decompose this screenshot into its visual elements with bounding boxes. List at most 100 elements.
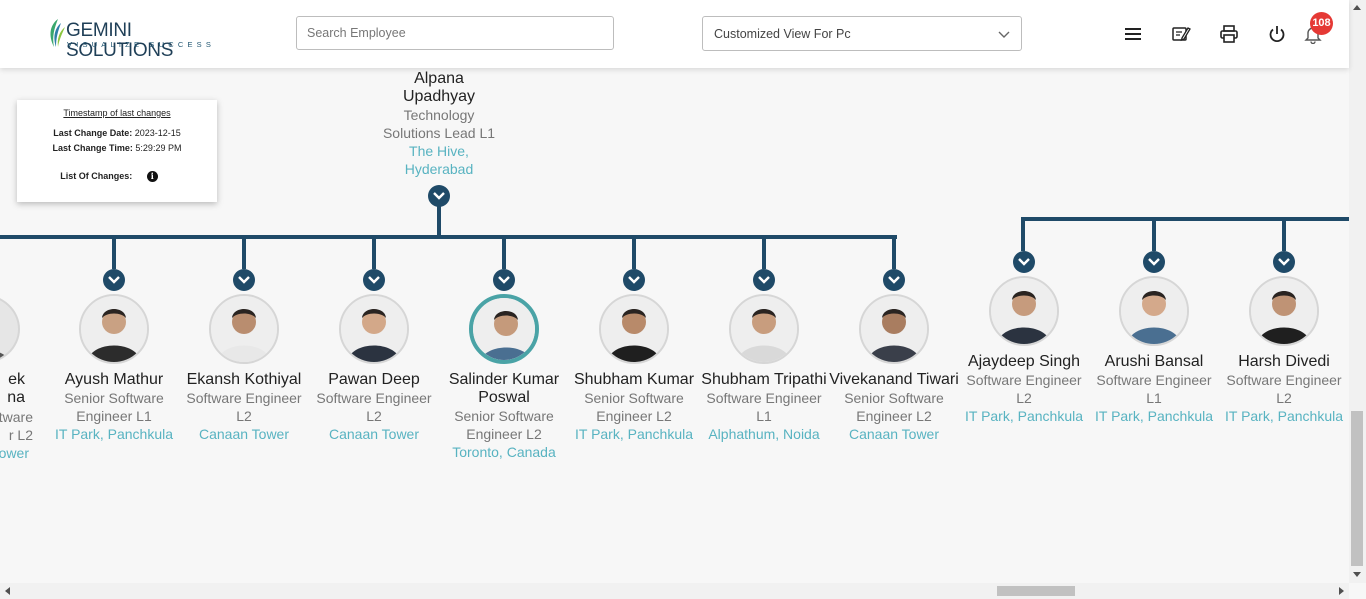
person-location: The Hive, Hyderabad [404,143,474,177]
menu-icon[interactable] [1123,24,1143,44]
person-location: Alphathum, Noida [708,426,820,442]
manager-node: Alpana Upadhyay Technology Solutions Lea… [374,70,504,178]
view-select[interactable]: Customized View For Pc [702,16,1022,51]
connector-line [892,237,896,269]
connector-line [1152,219,1156,251]
employee-card[interactable]: Arushi Bansal Software Engineer L1 IT Park… [1089,276,1219,425]
employee-card[interactable]: Harsh Divedi Software Engineer L2 IT Park,… [1219,276,1349,425]
scroll-left-arrow-icon[interactable] [5,587,10,595]
employee-card[interactable]: Salinder Kumar Poswal Senior Software Eng… [439,294,569,461]
scroll-up-arrow-icon[interactable] [1353,5,1361,10]
person-title: Software Engineer L2 [186,390,302,424]
printer-icon[interactable] [1219,24,1239,44]
last-change-time-label: Last Change Time: [52,143,133,153]
person-name: Salinder Kumar Poswal [448,371,560,406]
chevron-down-icon [758,276,770,284]
person-photo[interactable] [859,294,929,364]
expand-toggle-button[interactable] [883,269,905,291]
last-change-time: Last Change Time: 5:29:29 PM [17,143,217,153]
person-location: IT Park, Panchkula [964,408,1084,424]
logo-tagline: VISUALIZE SUCCESS [67,40,216,49]
vertical-scroll-thumb[interactable] [1351,411,1363,566]
person-photo[interactable] [729,294,799,364]
person-location: IT Park, Panchkula [54,426,174,442]
timestamp-card: Timestamp of last changes Last Change Da… [17,100,217,202]
chevron-down-icon [1148,258,1160,266]
person-photo[interactable] [1119,276,1189,346]
employee-card[interactable]: Shubham Tripathi Software Engineer L1 Alph… [699,294,829,443]
company-logo[interactable]: GEMINI SOLUTIONS VISUALIZE SUCCESS [46,17,216,61]
chevron-down-icon [998,31,1010,38]
person-photo[interactable] [469,294,539,364]
person-photo[interactable] [79,294,149,364]
person-photo[interactable] [339,294,409,364]
view-select-value: Customized View For Pc [714,27,851,41]
scroll-right-arrow-icon[interactable] [1339,587,1344,595]
leaf-logo-icon [50,19,65,47]
person-title: Technology Solutions Lead L1 [382,107,496,141]
chevron-down-icon [498,276,510,284]
person-location: IT Park, Panchkula [574,426,694,442]
chevron-down-icon [1018,258,1030,266]
person-location: Canaan Tower [198,426,290,442]
connector-line [502,237,506,269]
person-photo[interactable] [599,294,669,364]
search-employee-input[interactable] [296,16,614,50]
expand-toggle-button[interactable] [1273,251,1295,273]
person-name: Arushi Bansal [1104,353,1204,370]
horizontal-scroll-thumb[interactable] [997,586,1075,596]
chevron-down-icon [1278,258,1290,266]
employee-card[interactable]: Pawan Deep Software Engineer L2 Canaan Tow… [309,294,439,443]
expand-toggle-button[interactable] [363,269,385,291]
person-photo[interactable] [989,276,1059,346]
person-title: ftwarer L2 [0,409,33,443]
expand-toggle-button[interactable] [623,269,645,291]
person-avatar-icon [473,298,535,360]
person-title: Software Engineer L1 [706,390,822,424]
person-name: Alpana Upadhyay [402,70,476,105]
expand-toggle-button[interactable] [493,269,515,291]
person-avatar-icon [601,296,667,362]
expand-toggle-button[interactable] [103,269,125,291]
person-photo[interactable] [0,294,20,364]
person-avatar-icon [1251,278,1317,344]
person-location: Canaan Tower [848,426,940,442]
list-of-changes-label: List Of Changes: [60,171,133,181]
info-icon[interactable]: i [146,171,158,183]
chevron-down-icon [888,276,900,284]
person-name: Shubham Kumar [573,371,695,388]
expand-toggle-button[interactable] [1143,251,1165,273]
notification-badge[interactable]: 108 [1310,12,1333,35]
power-icon[interactable] [1267,24,1287,44]
connector-line [112,237,116,269]
person-name: Ajaydeep Singh [967,353,1081,370]
employee-card[interactable]: Shubham Kumar Senior Software Engineer L2… [569,294,699,443]
person-name: Vivekanand Tiwari [829,371,959,388]
person-location: ower [0,445,29,461]
person-photo[interactable] [1249,276,1319,346]
expand-toggle-button[interactable] [233,269,255,291]
scroll-down-arrow-icon[interactable] [1353,572,1361,577]
person-title: Software Engineer L2 [316,390,432,424]
employee-card[interactable]: Vivekanand Tiwari Senior Software Enginee… [829,294,959,443]
employee-card[interactable]: Ajaydeep Singh Software Engineer L2 IT Par… [959,276,1089,425]
chevron-down-icon [108,276,120,284]
connector-line [242,237,246,269]
expand-toggle-button[interactable] [1013,251,1035,273]
employee-card[interactable]: Ekansh Kothiyal Software Engineer L2 Canaa… [179,294,309,443]
timestamp-title[interactable]: Timestamp of last changes [17,108,217,118]
expand-toggle-button[interactable] [428,185,450,207]
person-avatar-icon [0,352,11,362]
person-name: Shubham Tripathi [701,371,827,388]
person-avatar-icon [81,296,147,362]
list-of-changes: List Of Changes: i [9,171,209,183]
person-avatar-icon [211,296,277,362]
person-name: Ekansh Kothiyal [186,371,302,388]
person-avatar-icon [861,296,927,362]
expand-toggle-button[interactable] [753,269,775,291]
edit-note-icon[interactable] [1171,24,1191,44]
last-change-time-value: 5:29:29 PM [135,143,182,153]
person-photo[interactable] [209,294,279,364]
employee-card[interactable]: Ayush Mathur Senior Software Engineer L1 I… [49,294,179,443]
horizontal-scrollbar[interactable] [0,583,1349,599]
